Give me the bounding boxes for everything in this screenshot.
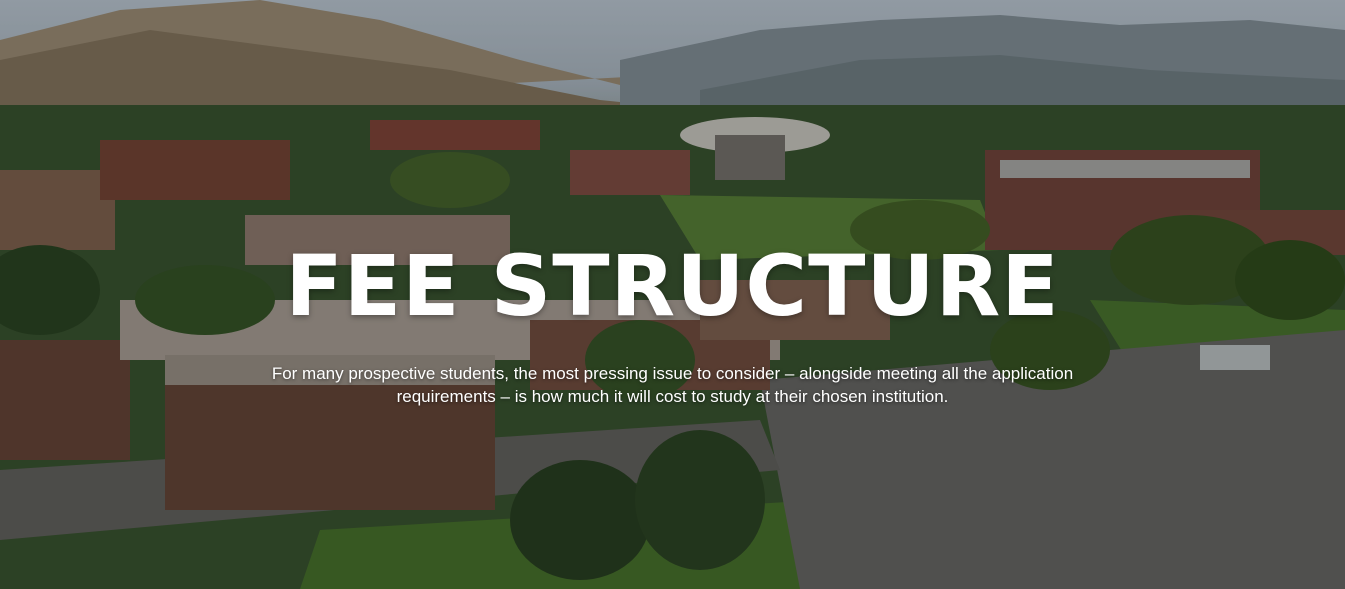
page-title: FEE STRUCTURE <box>285 237 1060 335</box>
hero-subtitle: For many prospective students, the most … <box>271 364 1074 406</box>
hero-banner: FEE STRUCTURE For many prospective stude… <box>0 0 1345 589</box>
hero-content: FEE STRUCTURE For many prospective stude… <box>0 236 1345 408</box>
